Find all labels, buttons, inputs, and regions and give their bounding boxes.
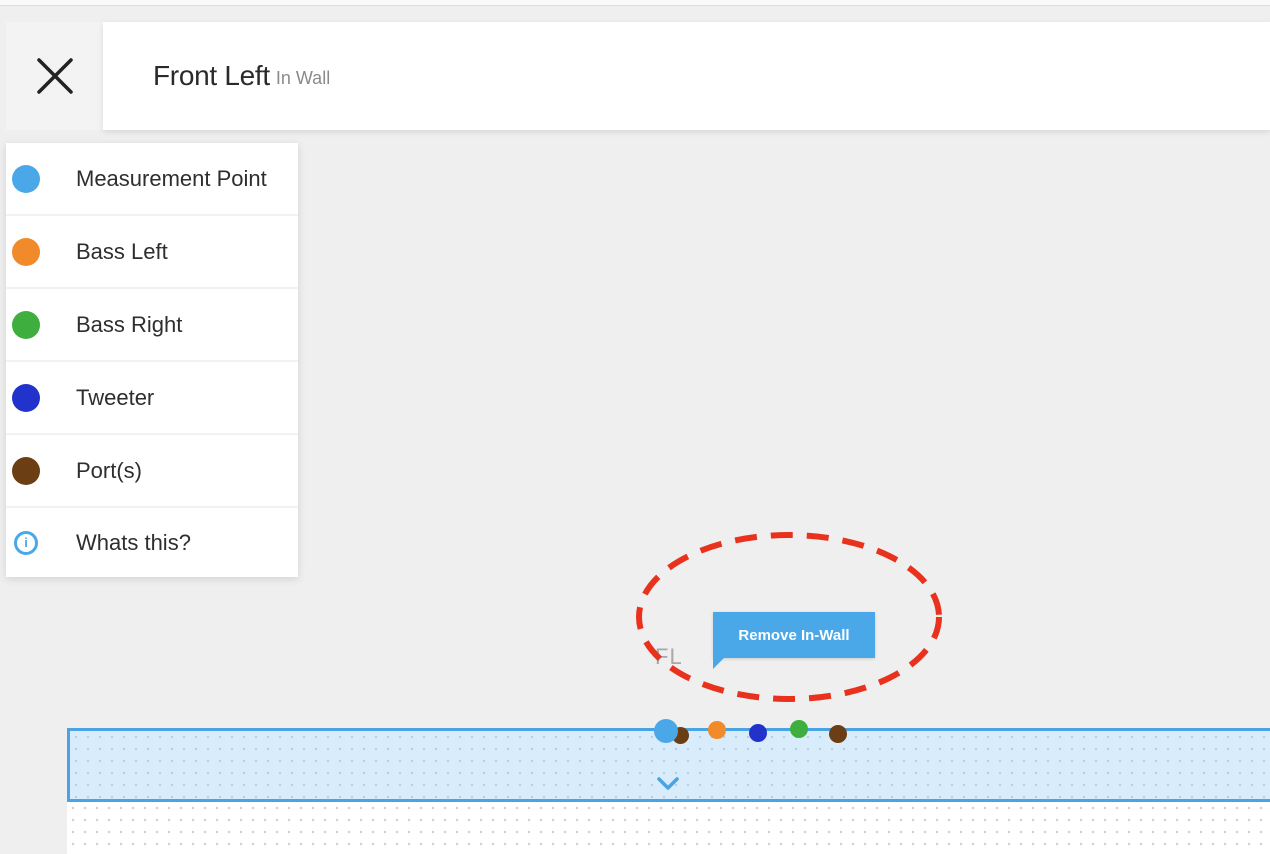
page-subtitle: In Wall	[275, 67, 331, 88]
legend-label: Port(s)	[76, 457, 142, 483]
bass-right-dot-icon	[12, 310, 40, 339]
legend-item-ports: Port(s)	[6, 435, 298, 508]
legend-item-whats-this[interactable]: i Whats this?	[6, 508, 298, 577]
remove-in-wall-button[interactable]: Remove In-Wall	[713, 612, 875, 658]
legend-item-bass-left: Bass Left	[6, 216, 298, 289]
measurement-point-dot-icon	[12, 164, 40, 193]
legend-label: Measurement Point	[76, 165, 267, 191]
close-button[interactable]	[6, 22, 103, 130]
bass-right-marker[interactable]	[790, 720, 808, 738]
tweeter-dot-icon	[12, 383, 40, 412]
page-title: Front Left	[153, 60, 270, 91]
tweeter-marker[interactable]	[749, 724, 767, 742]
legend-item-tweeter: Tweeter	[6, 362, 298, 435]
close-icon[interactable]	[35, 56, 75, 96]
whats-this-link[interactable]: Whats this?	[76, 530, 191, 556]
port-marker[interactable]	[829, 725, 847, 743]
chevron-down-icon[interactable]	[657, 776, 679, 792]
tooltip-pointer	[713, 657, 725, 669]
bass-left-dot-icon	[12, 237, 40, 266]
legend-item-measurement-point: Measurement Point	[6, 143, 298, 216]
room-editor: Front Left In Wall Measurement Point Bas…	[0, 0, 1270, 854]
measurement-point-marker[interactable]	[654, 719, 678, 743]
remove-in-wall-label[interactable]: Remove In-Wall	[738, 627, 849, 644]
top-divider	[0, 0, 1270, 6]
legend-label: Tweeter	[76, 384, 155, 410]
legend-label: Bass Right	[76, 311, 183, 337]
info-icon[interactable]: i	[14, 530, 38, 555]
header-bar: Front Left In Wall	[103, 22, 1270, 130]
room-floor-grid	[67, 802, 1270, 854]
legend-item-bass-right: Bass Right	[6, 289, 298, 362]
legend-panel: Measurement Point Bass Left Bass Right T…	[6, 143, 298, 577]
speaker-label: FL	[655, 644, 683, 669]
legend-label: Bass Left	[76, 238, 168, 264]
port-dot-icon	[12, 456, 40, 485]
bass-left-marker[interactable]	[708, 721, 726, 739]
